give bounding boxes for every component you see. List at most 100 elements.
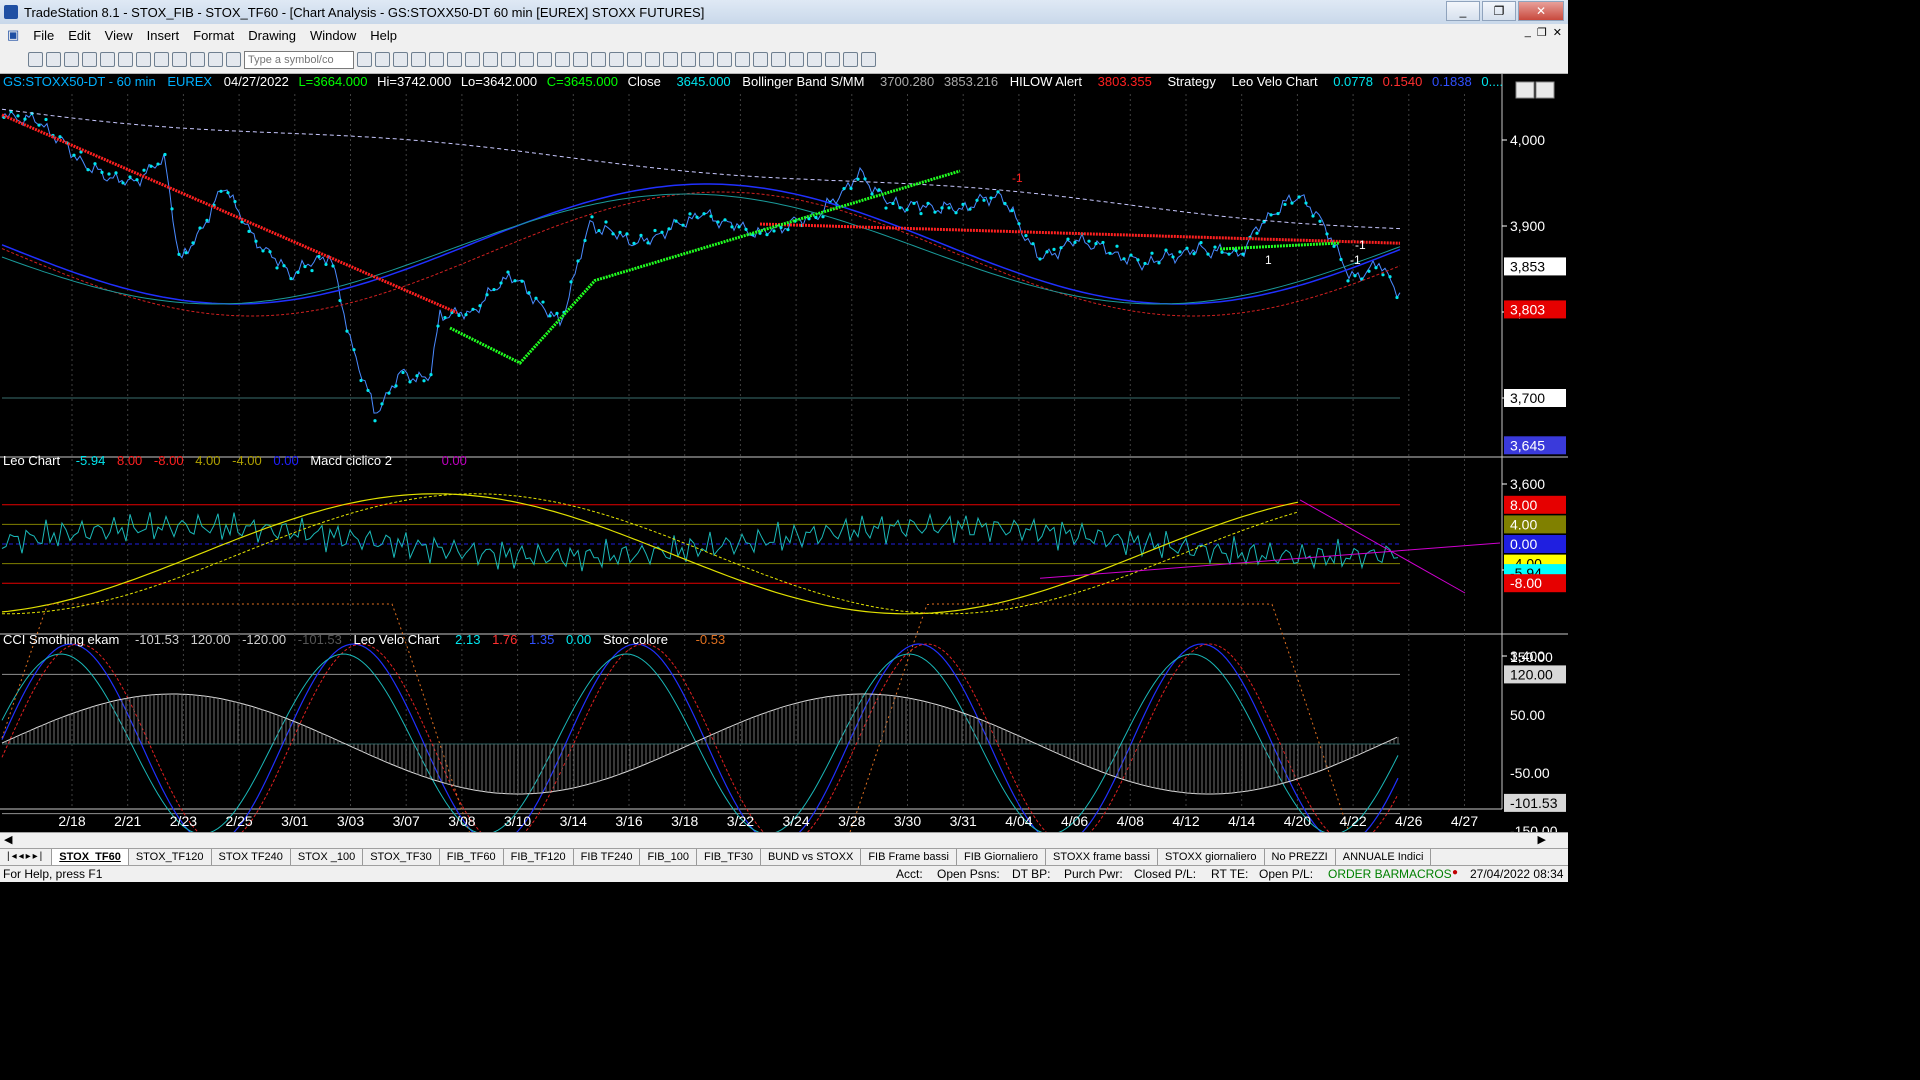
chart-app-icon[interactable]: ▣ [0, 27, 26, 43]
price-dot [1108, 251, 1112, 255]
insert-indicator-icon[interactable] [465, 52, 480, 67]
zoom-in-icon[interactable] [609, 52, 624, 67]
price-dot [345, 329, 349, 333]
price-dot [618, 230, 622, 234]
go-arrow-icon[interactable] [375, 52, 390, 67]
print-preview-icon[interactable] [118, 52, 133, 67]
pane-minimize-button[interactable] [1515, 81, 1535, 99]
tab-fib-tf120[interactable]: FIB_TF120 [504, 849, 574, 865]
menu-insert[interactable]: Insert [140, 28, 187, 43]
tab-stox-tf120[interactable]: STOX_TF120 [129, 849, 212, 865]
tab-stox-tf30[interactable]: STOX_TF30 [363, 849, 440, 865]
save-icon[interactable] [64, 52, 79, 67]
tab-stoxx-frame-bassi[interactable]: STOXX frame bassi [1046, 849, 1158, 865]
candle-icon[interactable] [429, 52, 444, 67]
radar-screen-icon[interactable] [172, 52, 187, 67]
chart-window-icon[interactable] [154, 52, 169, 67]
leo-value-6: 0.00 [273, 453, 298, 468]
pane-restore-button[interactable] [1535, 81, 1555, 99]
tab-fib-100[interactable]: FIB_100 [640, 849, 698, 865]
save-all-icon[interactable] [82, 52, 97, 67]
chart-canvas[interactable]: -1-11 -1 GS:STOXX50-DT - 60 min EUREX 04/… [0, 74, 1568, 834]
tab-fib-tf240[interactable]: FIB TF240 [574, 849, 641, 865]
date-tick-label: 4/20 [1284, 813, 1311, 829]
price-dot [268, 250, 272, 254]
menu-format[interactable]: Format [186, 28, 241, 43]
data-window-icon[interactable] [519, 52, 534, 67]
close-button[interactable]: ✕ [1518, 1, 1564, 21]
menu-help[interactable]: Help [363, 28, 404, 43]
text-icon[interactable] [861, 52, 876, 67]
macros-button[interactable]: MACROS [1399, 867, 1452, 881]
price-dot [576, 259, 580, 263]
symbol-input[interactable] [244, 50, 354, 69]
tab-nav-arrows-icon[interactable]: |◂◂▸▸| [0, 849, 53, 865]
lock-icon[interactable] [190, 52, 205, 67]
scroll-right-arrow-icon[interactable]: ▶ [1538, 833, 1546, 846]
scroll-left-icon[interactable] [573, 52, 588, 67]
new-icon[interactable] [28, 52, 43, 67]
scroll-right-icon[interactable] [591, 52, 606, 67]
refresh-icon[interactable] [537, 52, 552, 67]
fibonacci-icon[interactable] [735, 52, 750, 67]
menu-file[interactable]: File [26, 28, 61, 43]
tab-no-prezzi[interactable]: No PREZZI [1265, 849, 1336, 865]
rectangle-icon[interactable] [843, 52, 858, 67]
mdi-close-button[interactable]: ✕ [1553, 26, 1562, 39]
matrix-icon[interactable] [555, 52, 570, 67]
pointer-icon[interactable] [645, 52, 660, 67]
insert-strategy-icon[interactable] [483, 52, 498, 67]
tab-stoxx-giornaliero[interactable]: STOXX giornaliero [1158, 849, 1265, 865]
tab-fib-giornaliero[interactable]: FIB Giornaliero [957, 849, 1046, 865]
minimize-button[interactable]: _ [1446, 1, 1480, 21]
open-icon[interactable] [46, 52, 61, 67]
tab-stox-100[interactable]: STOX _100 [291, 849, 364, 865]
tools-icon[interactable] [681, 52, 696, 67]
symbol-dropdown-icon[interactable] [357, 52, 372, 67]
cci-velo-value-4: 0.00 [566, 632, 591, 647]
bollinger-label: Bollinger Band S/MM [742, 74, 864, 89]
symbol-label: GS:STOXX50-DT - 60 min [3, 74, 156, 89]
price-dot [1038, 257, 1042, 261]
menu-drawing[interactable]: Drawing [241, 28, 303, 43]
gann-fan-icon[interactable] [753, 52, 768, 67]
horizontal-line-icon[interactable] [717, 52, 732, 67]
arrow-down-icon[interactable] [789, 52, 804, 67]
ellipse-icon[interactable] [825, 52, 840, 67]
line-chart-icon[interactable] [447, 52, 462, 67]
tab-annuale-indici[interactable]: ANNUALE Indici [1336, 849, 1432, 865]
menu-window[interactable]: Window [303, 28, 363, 43]
folder-icon[interactable] [100, 52, 115, 67]
format-icon[interactable] [501, 52, 516, 67]
menu-view[interactable]: View [98, 28, 140, 43]
tab-stox-tf240[interactable]: STOX TF240 [212, 849, 291, 865]
globe-icon[interactable] [226, 52, 241, 67]
menu-edit[interactable]: Edit [61, 28, 97, 43]
tab-fib-frame-bassi[interactable]: FIB Frame bassi [861, 849, 957, 865]
menu-bar: ▣ File Edit View Insert Format Drawing W… [0, 24, 1568, 46]
symbol-lookup-icon[interactable] [393, 52, 408, 67]
cci-value-3: -120.00 [242, 632, 286, 647]
channel-icon[interactable] [771, 52, 786, 67]
arrow-up-icon[interactable] [807, 52, 822, 67]
tab-bund-vs-stoxx[interactable]: BUND vs STOXX [761, 849, 862, 865]
horizontal-scrollbar[interactable]: ◀ ▶ [0, 832, 1568, 848]
zoom-out-icon[interactable] [627, 52, 642, 67]
mdi-minimize-button[interactable]: _ [1525, 26, 1531, 39]
bar-type-icon[interactable] [411, 52, 426, 67]
order-bar-button[interactable]: ORDER BAR [1328, 867, 1399, 881]
price-dot [499, 281, 503, 285]
restore-button[interactable]: ❐ [1482, 1, 1516, 21]
scroll-left-arrow-icon[interactable]: ◀ [4, 833, 12, 846]
print-icon[interactable] [136, 52, 151, 67]
crosshair-icon[interactable] [663, 52, 678, 67]
tab-fib-tf60[interactable]: FIB_TF60 [440, 849, 504, 865]
tab-stox-tf60[interactable]: STOX_TF60 [52, 849, 129, 865]
chart-window[interactable]: -1 -1 1 -1 GS:STOXX50-DT - 60 min EUREX 04/… [0, 74, 1568, 834]
tab-fib-tf30[interactable]: FIB_TF30 [697, 849, 761, 865]
mdi-restore-button[interactable]: ❐ [1537, 26, 1547, 39]
trendline-icon[interactable] [699, 52, 714, 67]
orders-icon[interactable] [208, 52, 223, 67]
velo-value-4: 0.... [1481, 74, 1503, 89]
status-open-pl: Open P/L: [1259, 867, 1314, 881]
